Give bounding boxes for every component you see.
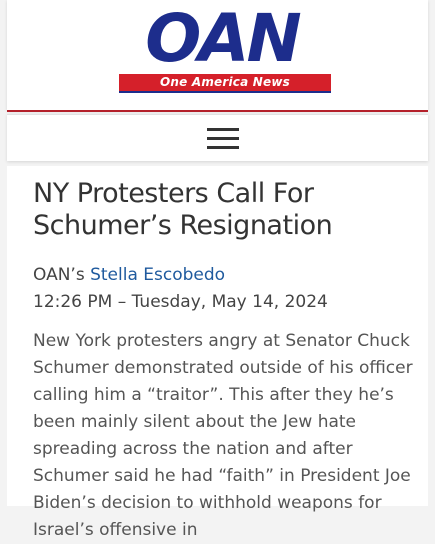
header-divider — [7, 110, 428, 112]
hamburger-menu-icon[interactable] — [207, 128, 239, 149]
article-body: New York protesters angry at Senator Chu… — [33, 331, 413, 540]
article-container: NY Protesters Call For Schumer’s Resigna… — [7, 166, 428, 540]
article-timestamp: 12:26 PM – Tuesday, May 14, 2024 — [33, 292, 328, 312]
logo-wordmark: OAN — [145, 0, 301, 77]
article-byline: OAN’s Stella Escobedo 12:26 PM – Tuesday… — [33, 262, 413, 316]
article-title: NY Protesters Call For Schumer’s Resigna… — [33, 178, 333, 241]
author-link[interactable]: Stella Escobedo — [90, 265, 225, 285]
site-header: OAN One America News — [7, 0, 428, 110]
logo-tagline: One America News — [119, 74, 331, 93]
oan-logo[interactable]: OAN One America News — [113, 6, 331, 93]
navigation-bar — [7, 114, 428, 161]
byline-prefix: OAN’s — [33, 265, 91, 285]
